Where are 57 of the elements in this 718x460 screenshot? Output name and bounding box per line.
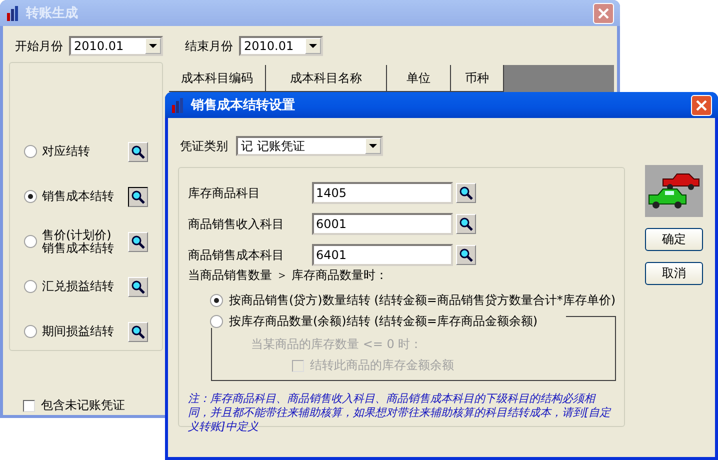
radio-button[interactable]	[24, 145, 37, 158]
close-icon	[696, 100, 707, 110]
column-header: 成本科目名称	[266, 65, 387, 92]
field-label: 商品销售收入科目	[188, 216, 285, 232]
radio-label: 销售成本结转	[42, 190, 114, 203]
column-header: 单位	[387, 65, 451, 92]
start-month-dropdown[interactable]: 2010.01	[69, 36, 163, 56]
magnifier-icon	[131, 324, 145, 338]
magnifier-icon	[131, 280, 145, 294]
close-button[interactable]	[593, 2, 614, 24]
magnifier-icon	[459, 217, 473, 231]
dialog-button[interactable]: 确定	[645, 228, 703, 251]
magnifier-icon	[459, 186, 473, 200]
field-label: 库存商品科目	[188, 184, 261, 202]
dialog-title: 销售成本结转设置	[191, 97, 296, 114]
sub-condition-text: 当某商品的库存数量 <= 0 时：	[251, 336, 424, 353]
column-header: 币种	[451, 65, 504, 92]
radio-button[interactable]	[24, 325, 37, 338]
magnifier-icon	[459, 248, 473, 262]
bar-chart-icon	[171, 97, 185, 113]
radio-button[interactable]	[210, 315, 223, 328]
magnifier-icon	[131, 190, 145, 204]
account-input[interactable]: 1405	[312, 182, 453, 204]
radio-button[interactable]	[24, 235, 37, 248]
radio-button[interactable]	[24, 190, 37, 203]
field-label: 商品销售成本科目	[188, 246, 285, 264]
end-month-label: 结束月份	[185, 38, 233, 54]
magnifier-icon	[131, 144, 145, 158]
radio-button[interactable]	[210, 294, 223, 307]
caret-icon	[149, 44, 157, 48]
account-input[interactable]: 6001	[312, 213, 453, 235]
bar-chart-icon	[6, 5, 20, 21]
radio-label: 汇兑损益结转	[42, 280, 114, 293]
caret-icon	[369, 144, 377, 148]
radio-label: 售价(计划价) 销售成本结转	[42, 228, 114, 254]
caret-icon	[309, 44, 317, 48]
dialog-button[interactable]: 取消	[645, 262, 703, 285]
column-header: 成本科目编码	[169, 65, 266, 92]
note-text: 注：库存商品科目、商品销售收入科目、商品销售成本科目的下级科目的结构必须相同，并且都不能带往来辅助核算，如果想对带往来辅助核算的科目结转成本，请到[自定义转账]中定义	[188, 392, 612, 434]
voucher-type-label: 凭证类别	[180, 138, 228, 154]
cars-icon	[645, 165, 703, 217]
close-button[interactable]	[691, 94, 712, 116]
condition-text: 当商品销售数量 ＞ 库存商品数量时：	[188, 267, 389, 284]
magnifier-icon	[131, 234, 145, 248]
search-button[interactable]	[128, 186, 148, 206]
voucher-type-dropdown[interactable]: 记 记账凭证	[236, 136, 383, 156]
radio-label: 期间损益结转	[42, 325, 114, 338]
radio-button[interactable]	[24, 280, 37, 293]
end-month-dropdown[interactable]: 2010.01	[239, 36, 323, 56]
include-unposted-checkbox[interactable]: 包含未记账凭证	[23, 397, 125, 414]
radio-label: 对应结转	[42, 145, 90, 158]
radio-label: 按库存商品数量(余额)结转 (结转金额=库存商品金额余额)	[229, 315, 538, 328]
start-month-label: 开始月份	[15, 38, 63, 54]
close-icon	[598, 8, 609, 18]
window-title: 转账生成	[26, 5, 79, 22]
radio-label: 按商品销售(贷方)数量结转 (结转金额=商品销售贷方数量合计*库存单价)	[229, 294, 616, 307]
account-input[interactable]: 6401	[312, 244, 453, 266]
